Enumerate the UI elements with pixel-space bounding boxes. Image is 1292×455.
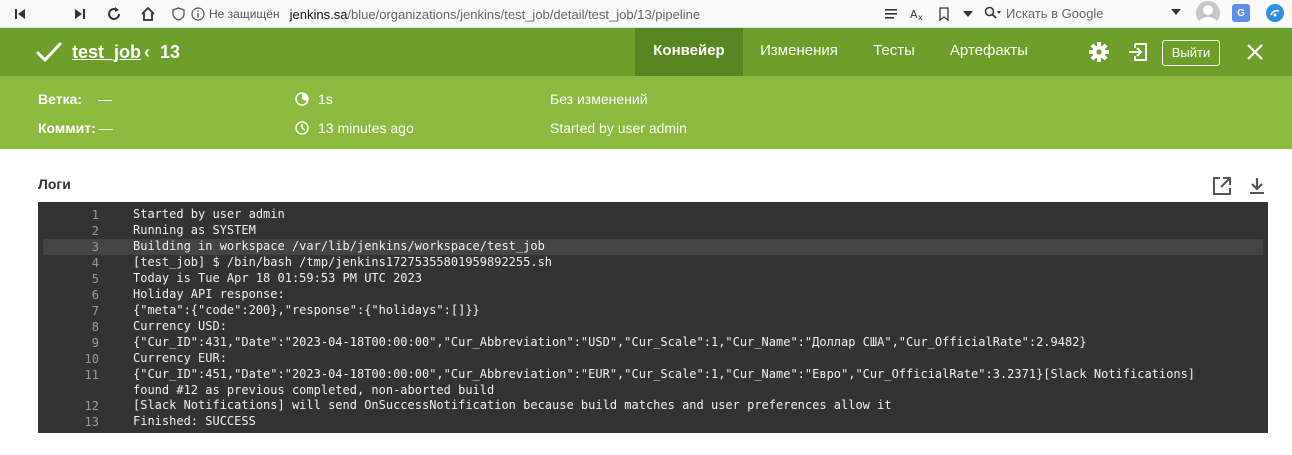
log-line-number[interactable]: 7 <box>43 303 99 319</box>
changes-text: Без изменений <box>550 91 648 107</box>
tab-pipeline[interactable]: Конвейер <box>635 28 743 76</box>
log-line-text: Building in workspace /var/lib/jenkins/w… <box>133 239 545 253</box>
log-line-text: Today is Tue Apr 18 01:59:53 PM UTC 2023 <box>133 271 422 285</box>
google-translate-extension-icon[interactable]: G <box>1232 4 1250 22</box>
branch-value: — <box>98 91 113 107</box>
log-line-number[interactable]: 12 <box>43 398 99 414</box>
changes-info: Без изменений <box>550 91 648 107</box>
log-line-number[interactable]: 1 <box>43 207 99 223</box>
tab-tests[interactable]: Тесты <box>862 28 926 76</box>
log-line[interactable]: 2 Running as SYSTEM <box>43 223 1263 239</box>
log-line-number[interactable]: 9 <box>43 335 99 351</box>
log-line[interactable]: 13 Finished: SUCCESS <box>43 414 1263 430</box>
address-bar-tools: Ax <box>884 2 974 26</box>
home-icon[interactable] <box>136 2 160 26</box>
run-summary: Ветка: — Коммит: — 1s 13 minutes ago Без… <box>0 76 1292 149</box>
logout-button[interactable]: Выйти <box>1162 40 1220 66</box>
extension-icon[interactable] <box>1266 4 1284 22</box>
branch-label: Ветка: <box>38 91 83 107</box>
browser-toolbar: Не защищён jenkins.sa/blue/organizations… <box>0 0 1292 28</box>
log-line-text: [test_job] $ /bin/bash /tmp/jenkins17275… <box>133 255 553 269</box>
security-label: Не защищён <box>209 7 280 21</box>
search-box[interactable]: Искать в Google <box>980 2 1190 24</box>
close-icon[interactable] <box>1245 42 1265 62</box>
log-line[interactable]: 7 {"meta":{"code":200},"response":{"holid… <box>43 303 1263 319</box>
duration-icon <box>295 92 309 106</box>
log-line-text: Running as SYSTEM <box>133 223 256 237</box>
log-line[interactable]: 8 Currency USD: <box>43 319 1263 335</box>
bookmark-icon[interactable] <box>938 7 950 21</box>
address-bar[interactable]: Не защищён jenkins.sa/blue/organizations… <box>172 2 700 26</box>
log-line-number[interactable]: 6 <box>43 287 99 303</box>
open-in-new-icon[interactable] <box>1211 175 1233 197</box>
url-path: /blue/organizations/jenkins/test_job/det… <box>347 6 701 22</box>
log-line[interactable]: 10 Currency EUR: <box>43 351 1263 367</box>
commit-info: Коммит: — <box>38 120 113 136</box>
commit-label: Коммит: <box>38 120 96 136</box>
run-number: 13 <box>160 42 181 62</box>
pipeline-header: test_job ‹ 13 Конвейер Изменения Тесты А… <box>0 28 1292 76</box>
log-line[interactable]: 4 [test_job] $ /bin/bash /tmp/jenkins1727… <box>43 255 1263 271</box>
log-line-text: Holiday API response: <box>133 287 285 301</box>
dropdown-icon[interactable] <box>962 9 974 19</box>
log-line-number[interactable]: 11 <box>43 367 99 398</box>
info-icon[interactable] <box>191 7 205 21</box>
log-line-number[interactable]: 3 <box>43 239 99 255</box>
commit-value: — <box>98 120 113 136</box>
time-ago: 13 minutes ago <box>318 120 414 136</box>
cause-info: Started by user admin <box>550 120 687 136</box>
log-line-number[interactable]: 2 <box>43 223 99 239</box>
search-placeholder: Искать в Google <box>1006 5 1104 21</box>
log-console: 1 Started by user admin 2 Running as SYSTEM… <box>38 202 1268 433</box>
log-line[interactable]: 12 [Slack Notifications] will send OnSucc… <box>43 398 1263 414</box>
url-host: jenkins.sa <box>289 6 348 22</box>
time-info: 13 minutes ago <box>295 120 414 136</box>
log-line[interactable]: 1 Started by user admin <box>43 207 1263 223</box>
tab-artifacts[interactable]: Артефакты <box>944 28 1034 76</box>
duration-info: 1s <box>295 91 333 107</box>
exit-to-app-icon[interactable] <box>1127 41 1149 63</box>
log-line-number[interactable]: 5 <box>43 271 99 287</box>
duration-value: 1s <box>318 91 333 107</box>
skip-back-icon[interactable] <box>8 2 32 26</box>
log-line-text: Currency EUR: <box>133 351 227 365</box>
log-line-text: Finished: SUCCESS <box>133 414 256 428</box>
shield-icon <box>172 7 185 21</box>
svg-text:A: A <box>910 8 918 21</box>
log-line-text: {"meta":{"code":200},"response":{"holida… <box>133 303 480 317</box>
log-line-number[interactable]: 13 <box>43 414 99 430</box>
log-line-text: {"Cur_ID":431,"Date":"2023-04-18T00:00:0… <box>133 335 1087 349</box>
search-icon <box>984 6 1001 19</box>
log-line-number[interactable]: 8 <box>43 319 99 335</box>
log-line-text: {"Cur_ID":451,"Date":"2023-04-18T00:00:0… <box>133 367 1196 397</box>
logs-heading: Логи <box>38 176 71 192</box>
log-line-text: Started by user admin <box>133 207 285 221</box>
svg-text:x: x <box>918 13 923 21</box>
profile-avatar[interactable] <box>1196 1 1220 25</box>
branch-info: Ветка: — <box>38 91 112 107</box>
download-icon[interactable] <box>1246 175 1268 197</box>
breadcrumb-separator: ‹ <box>144 42 150 62</box>
log-line[interactable]: 5 Today is Tue Apr 18 01:59:53 PM UTC 202… <box>43 271 1263 287</box>
log-line[interactable]: 9 {"Cur_ID":431,"Date":"2023-04-18T00:00:… <box>43 335 1263 351</box>
reload-icon[interactable] <box>102 2 126 26</box>
log-line-number[interactable]: 4 <box>43 255 99 271</box>
log-line-text: [Slack Notifications] will send OnSucces… <box>133 398 892 412</box>
log-line[interactable]: 3 Building in workspace /var/lib/jenkins/… <box>43 239 1263 255</box>
log-line-text: Currency USD: <box>133 319 227 333</box>
job-name-link[interactable]: test_job <box>72 42 141 63</box>
skip-forward-icon[interactable] <box>68 2 92 26</box>
gear-icon[interactable] <box>1088 41 1110 63</box>
log-line[interactable]: 11 {"Cur_ID":451,"Date":"2023-04-18T00:00… <box>43 367 1263 398</box>
started-by-text: Started by user admin <box>550 120 687 136</box>
translate-icon[interactable]: Ax <box>910 7 926 21</box>
search-dropdown-icon[interactable] <box>1170 7 1182 17</box>
clock-icon <box>295 121 309 135</box>
success-check-icon <box>36 42 62 63</box>
reader-mode-icon[interactable] <box>884 7 898 21</box>
log-line-number[interactable]: 10 <box>43 351 99 367</box>
tab-changes[interactable]: Изменения <box>751 28 847 76</box>
log-line[interactable]: 6 Holiday API response: <box>43 287 1263 303</box>
